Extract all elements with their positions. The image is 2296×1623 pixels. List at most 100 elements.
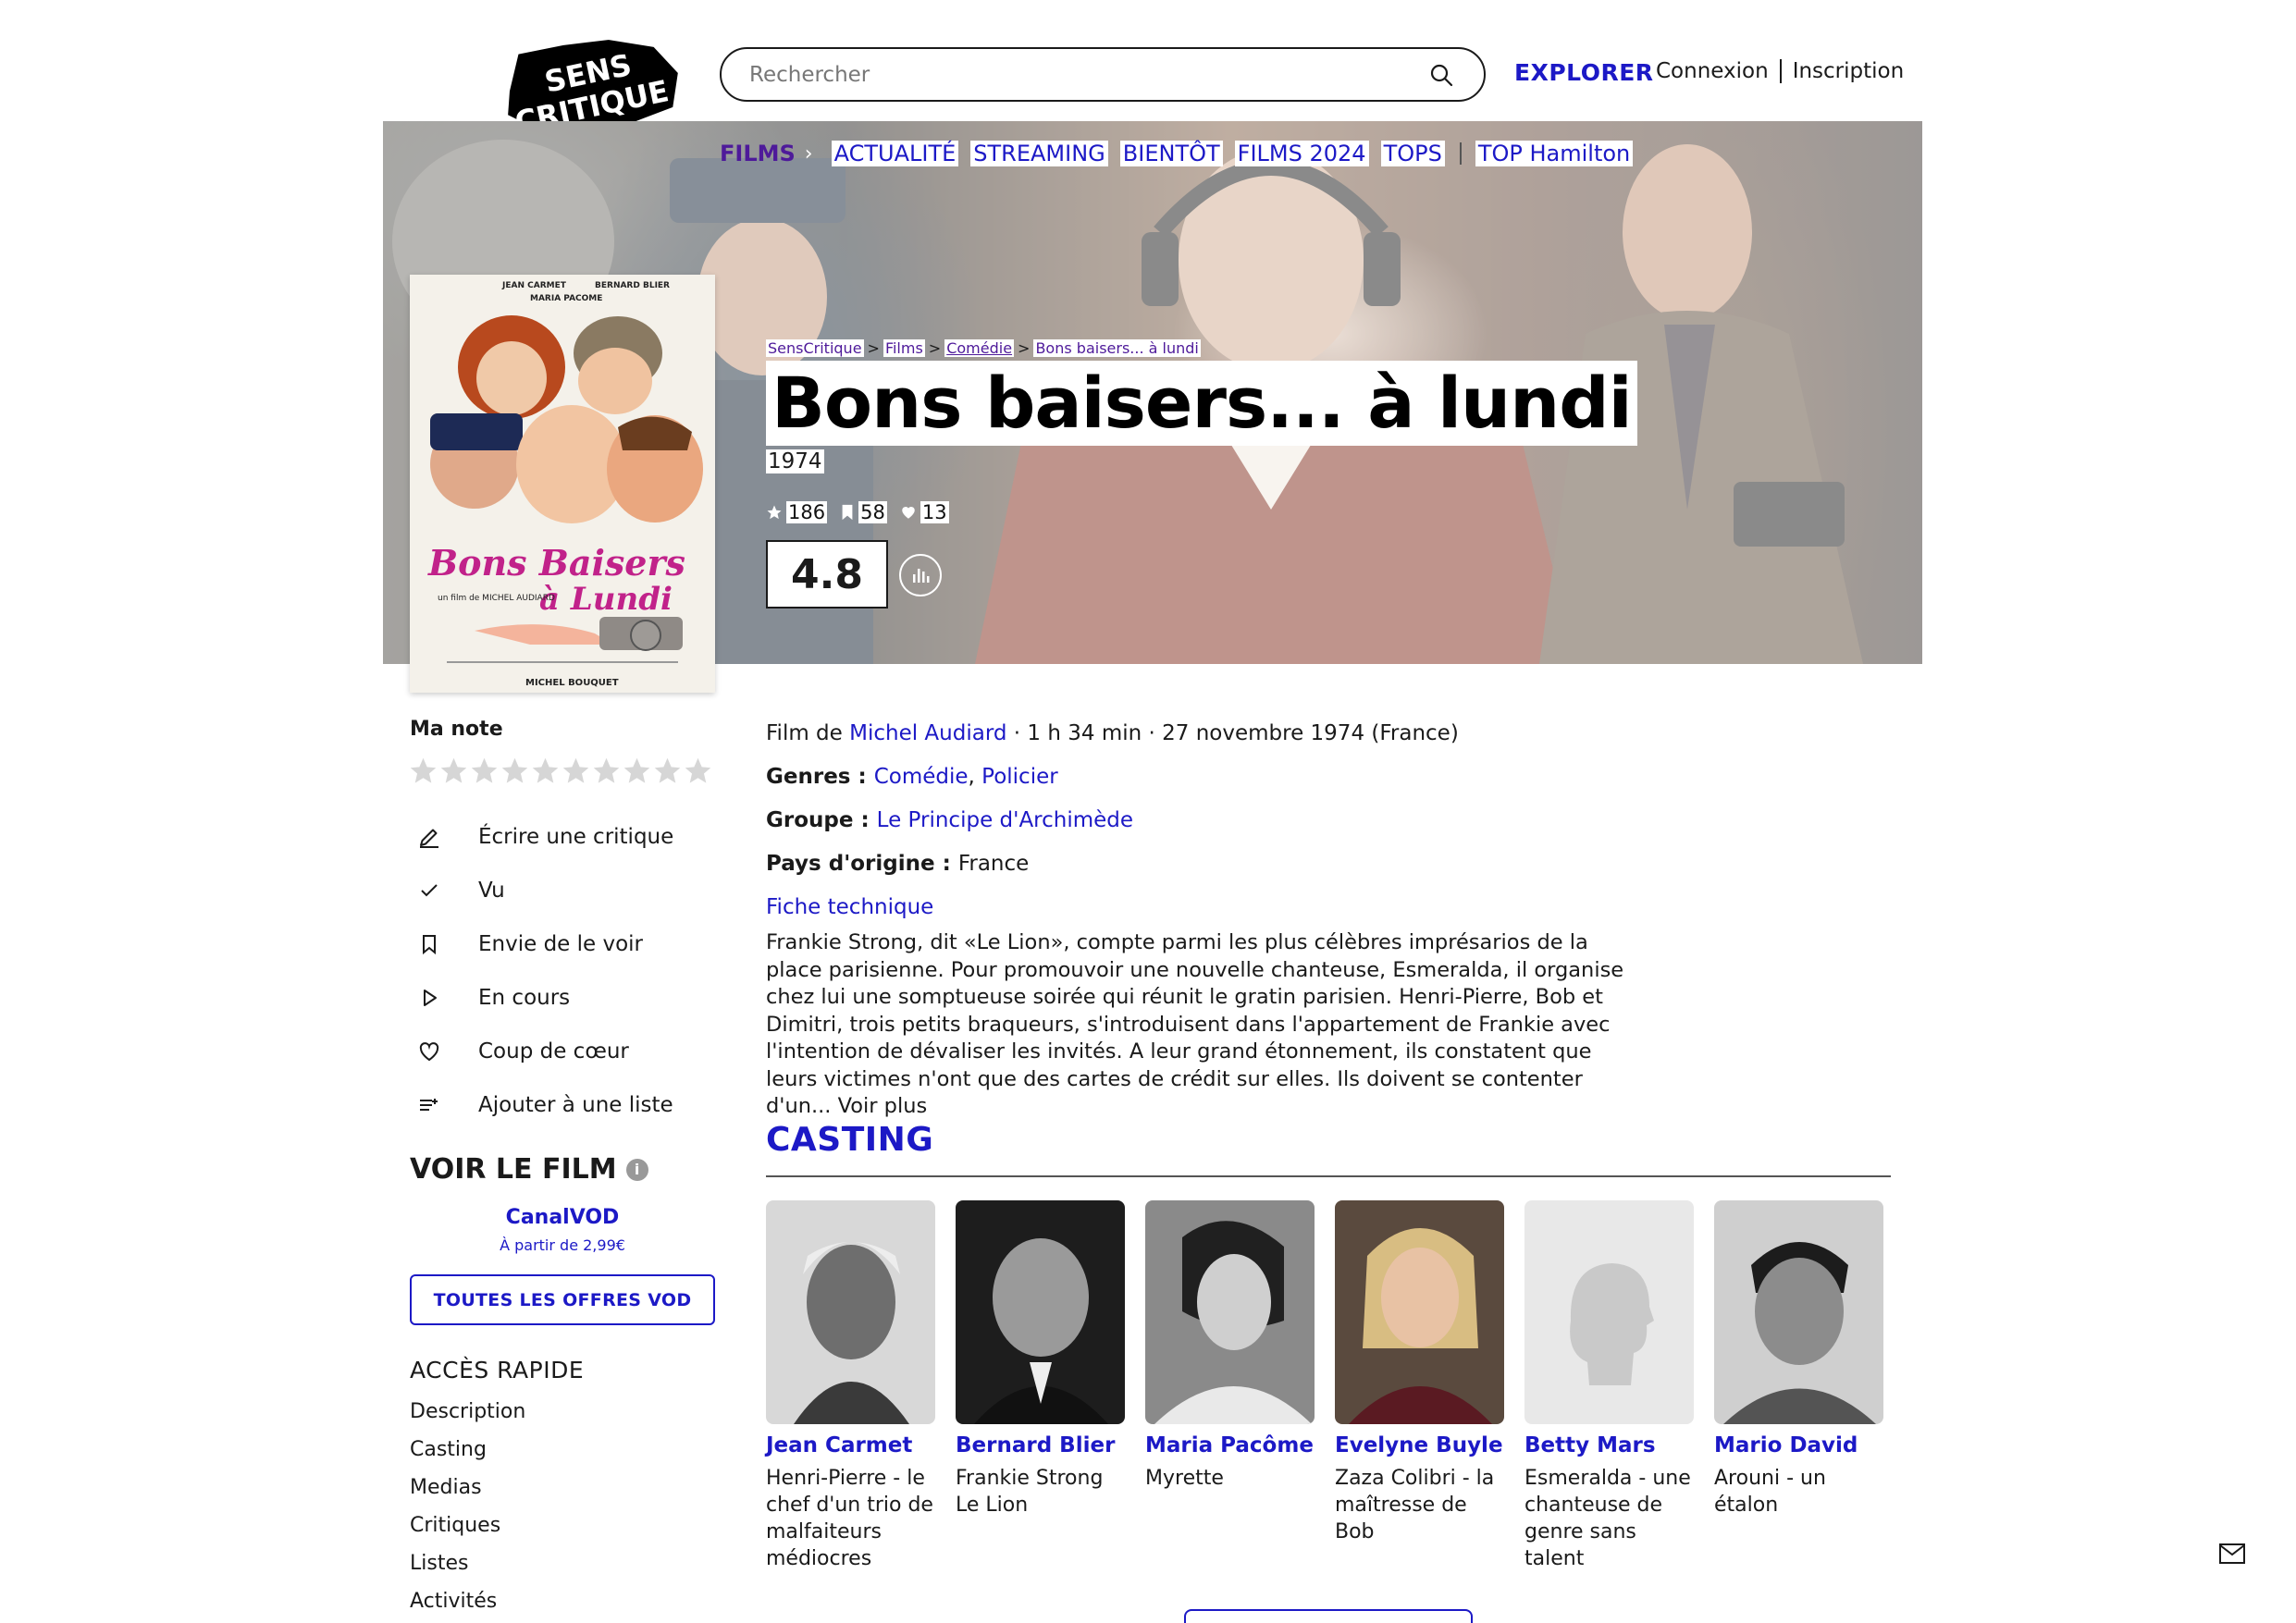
score-distribution-button[interactable] — [899, 554, 942, 596]
cast-role: Myrette — [1145, 1467, 1224, 1490]
star-icon — [767, 505, 782, 520]
cast-card: Maria Pacôme Myrette — [1145, 1200, 1315, 1572]
quick-link-casting[interactable]: Casting — [410, 1436, 525, 1474]
action-wishlist[interactable]: Envie de le voir — [410, 917, 673, 971]
show-more-cast-button[interactable] — [1184, 1609, 1473, 1623]
auth-links: Connexion Inscription — [1656, 59, 1904, 83]
favorites-count: 13 — [900, 501, 949, 523]
cast-name[interactable]: Betty Mars — [1524, 1433, 1694, 1457]
search-icon[interactable] — [1426, 60, 1456, 90]
cast-photo[interactable] — [766, 1200, 935, 1424]
cast-role: Frankie Strong Le Lion — [956, 1467, 1104, 1517]
cast-photo[interactable] — [1714, 1200, 1883, 1424]
cast-role: Henri-Pierre - le chef d'un trio de malf… — [766, 1467, 933, 1570]
cast-card: Betty Mars Esmeralda - une chanteuse de … — [1524, 1200, 1694, 1572]
action-favorite[interactable]: Coup de cœur — [410, 1025, 673, 1078]
film-stats: 186 58 13 — [766, 501, 962, 523]
cast-photo[interactable] — [956, 1200, 1125, 1424]
my-rating-label: Ma note — [410, 718, 503, 741]
explore-link[interactable]: EXPLORER — [1514, 59, 1654, 86]
rating-star-icon[interactable] — [530, 756, 561, 786]
poster-bottom-name: MICHEL BOUQUET — [525, 678, 619, 688]
bookmark-icon — [842, 504, 853, 521]
cast-role: Arouni - un étalon — [1714, 1467, 1826, 1517]
quick-link-activities[interactable]: Activités — [410, 1588, 525, 1623]
rating-star-icon[interactable] — [561, 756, 591, 786]
my-rating-stars[interactable] — [408, 756, 713, 786]
rating-star-icon[interactable] — [500, 756, 530, 786]
rating-star-icon[interactable] — [438, 756, 469, 786]
check-icon — [417, 879, 454, 903]
all-vod-offers-button[interactable]: TOUTES LES OFFRES VOD — [410, 1274, 715, 1325]
group-link[interactable]: Le Principe d'Archimède — [877, 808, 1133, 832]
cast-photo[interactable] — [1335, 1200, 1504, 1424]
chevron-right-icon: › — [804, 141, 813, 166]
director-link[interactable]: Michel Audiard — [849, 721, 1006, 745]
heart-icon — [417, 1039, 454, 1064]
read-more-link[interactable]: Voir plus — [831, 1094, 928, 1118]
cast-card: Mario David Arouni - un étalon — [1714, 1200, 1883, 1572]
quick-link-lists[interactable]: Listes — [410, 1550, 525, 1588]
signup-link[interactable]: Inscription — [1793, 59, 1905, 83]
search-input[interactable] — [749, 62, 1426, 87]
action-write-review[interactable]: Écrire une critique — [410, 810, 673, 864]
quick-link-description[interactable]: Description — [410, 1398, 525, 1436]
quick-link-medias[interactable]: Medias — [410, 1474, 525, 1512]
cast-name[interactable]: Bernard Blier — [956, 1433, 1125, 1457]
nav-films-2024[interactable]: FILMS 2024 — [1234, 141, 1369, 166]
cast-name[interactable]: Jean Carmet — [766, 1433, 935, 1457]
casting-heading: CASTING — [766, 1121, 934, 1159]
film-poster[interactable]: JEAN CARMET MARIA PACOME BERNARD BLIER B… — [410, 275, 715, 693]
cast-name[interactable]: Mario David — [1714, 1433, 1883, 1457]
bookmark-icon — [417, 932, 454, 956]
film-meta: Film de Michel Audiard · 1 h 34 min · 27… — [766, 721, 1459, 745]
nav-divider — [1459, 142, 1462, 165]
genre-link-comedie[interactable]: Comédie — [874, 765, 969, 789]
action-add-to-list[interactable]: Ajouter à une liste — [410, 1078, 673, 1132]
breadcrumb-home[interactable]: SensCritique — [766, 339, 864, 357]
casting-divider — [766, 1175, 1891, 1177]
breadcrumb-current: Bons baisers... à lundi — [1033, 339, 1201, 357]
mail-icon[interactable] — [2218, 1543, 2246, 1568]
tech-sheet-link[interactable]: Fiche technique — [766, 895, 933, 919]
nav-top-hamilton[interactable]: TOP Hamilton — [1475, 141, 1634, 166]
rating-star-icon[interactable] — [652, 756, 683, 786]
cast-card: Bernard Blier Frankie Strong Le Lion — [956, 1200, 1125, 1572]
auth-divider — [1779, 59, 1782, 83]
breadcrumb-genre[interactable]: Comédie — [944, 339, 1015, 357]
film-year: 1974 — [766, 449, 824, 473]
cast-photo[interactable] — [1524, 1200, 1694, 1424]
poster-credit: un film de MICHEL AUDIARD — [438, 594, 555, 603]
rating-star-icon[interactable] — [469, 756, 500, 786]
nav-streaming[interactable]: STREAMING — [970, 141, 1108, 166]
login-link[interactable]: Connexion — [1656, 59, 1769, 83]
rating-star-icon[interactable] — [622, 756, 652, 786]
action-seen[interactable]: Vu — [410, 864, 673, 917]
nav-bientot[interactable]: BIENTÔT — [1119, 141, 1223, 166]
search-bar[interactable] — [720, 47, 1486, 102]
cast-role: Zaza Colibri - la maîtresse de Bob — [1335, 1467, 1495, 1543]
action-in-progress[interactable]: En cours — [410, 971, 673, 1025]
nav-actualite[interactable]: ACTUALITÉ — [831, 141, 959, 166]
info-icon[interactable]: i — [625, 1158, 648, 1181]
cast-photo[interactable] — [1145, 1200, 1315, 1424]
section-nav: FILMS › ACTUALITÉ STREAMING BIENTÔT FILM… — [720, 141, 1645, 166]
action-list: Écrire une critique Vu Envie de le voir … — [410, 810, 673, 1132]
film-genres: Genres : Comédie, Policier — [766, 765, 1058, 789]
breadcrumb-films[interactable]: Films — [883, 339, 925, 357]
cast-name[interactable]: Maria Pacôme — [1145, 1433, 1315, 1457]
cast-role: Esmeralda - une chanteuse de genre sans … — [1524, 1467, 1691, 1570]
poster-title-1: Bons Baisers — [427, 542, 685, 584]
section-films[interactable]: FILMS — [720, 141, 796, 166]
quick-link-reviews[interactable]: Critiques — [410, 1512, 525, 1550]
vod-provider-name[interactable]: CanalVOD — [410, 1206, 715, 1229]
watch-film-heading: VOIR LE FILM i — [410, 1153, 648, 1186]
average-score: 4.8 — [766, 540, 888, 609]
rating-star-icon[interactable] — [683, 756, 713, 786]
nav-tops[interactable]: TOPS — [1380, 141, 1445, 166]
genre-link-policier[interactable]: Policier — [981, 765, 1058, 789]
film-group: Groupe : Le Principe d'Archimède — [766, 808, 1134, 832]
cast-name[interactable]: Evelyne Buyle — [1335, 1433, 1504, 1457]
rating-star-icon[interactable] — [408, 756, 438, 786]
rating-star-icon[interactable] — [591, 756, 622, 786]
